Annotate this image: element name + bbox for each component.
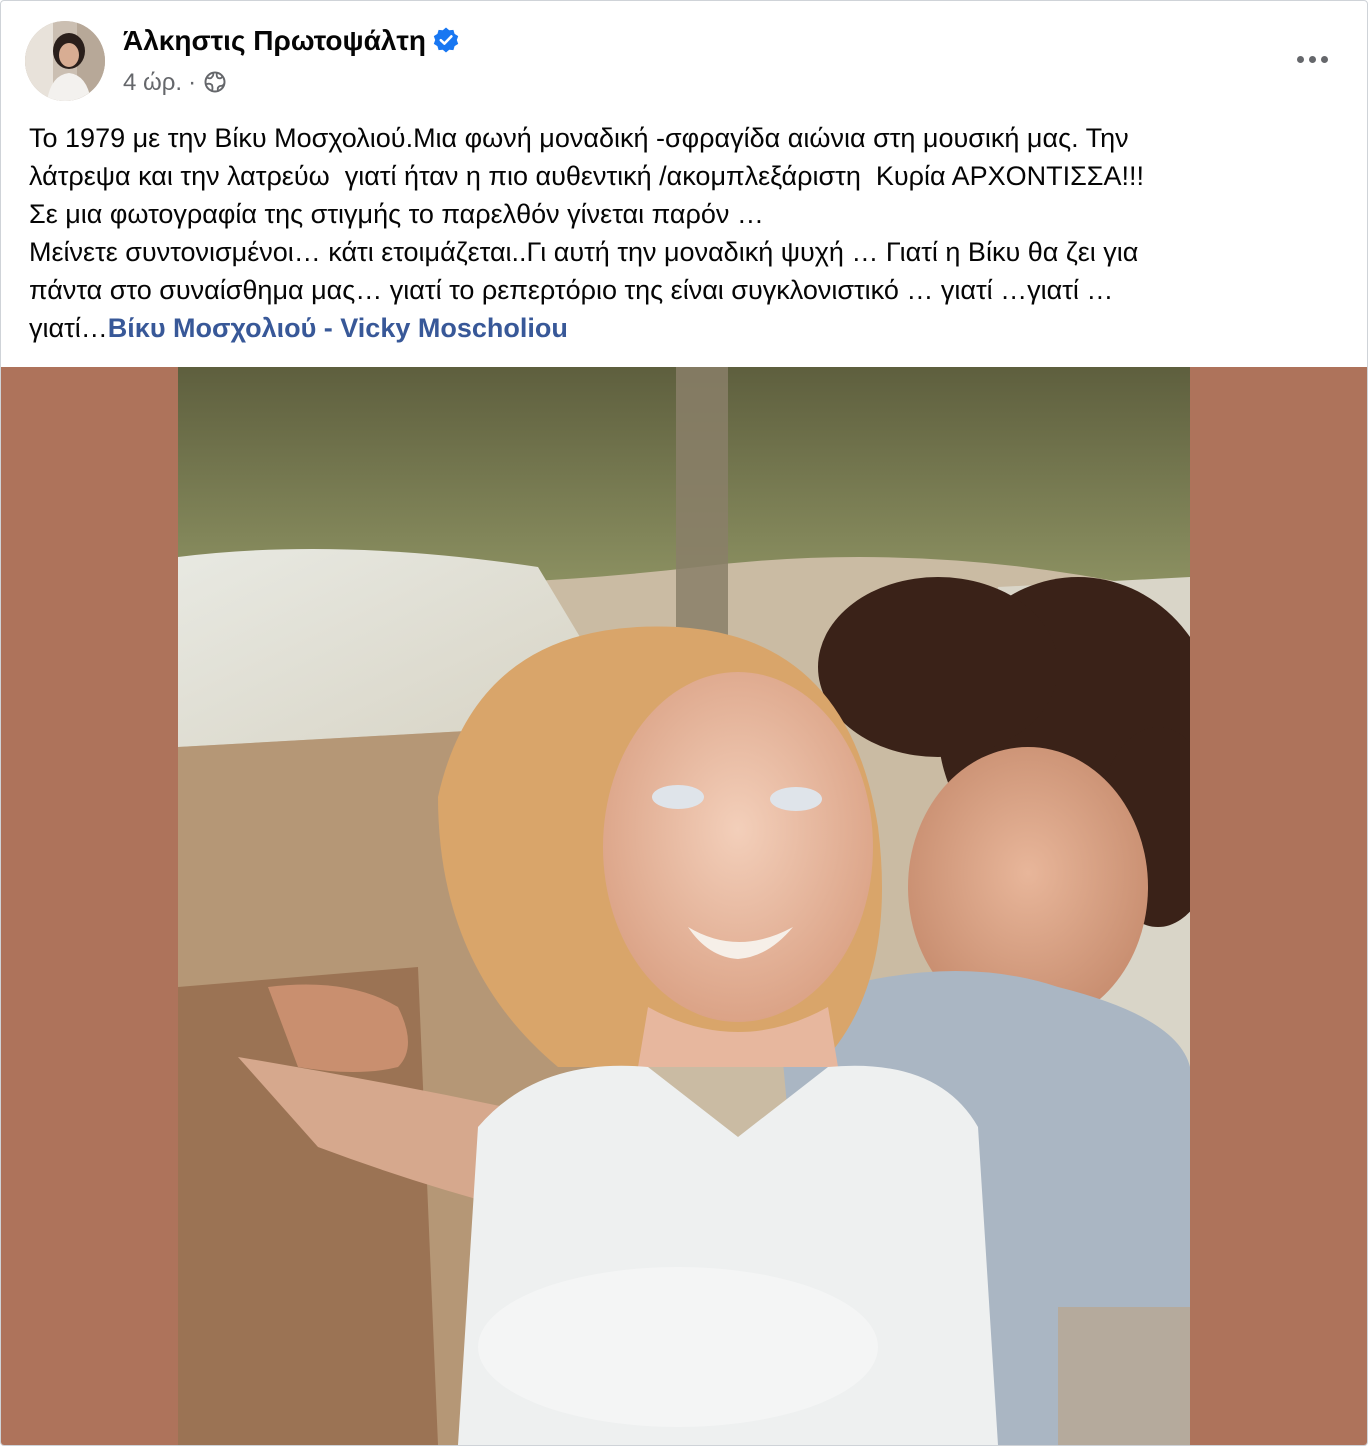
- meta-separator: ·: [188, 69, 197, 96]
- post-text-prefix: γιατί…: [29, 313, 108, 343]
- post-text-line: Σε μια φωτογραφία της στιγμής το παρελθό…: [29, 199, 764, 229]
- author-name[interactable]: Άλκηστις Πρωτοψάλτη: [123, 25, 460, 57]
- post-photo[interactable]: [178, 367, 1190, 1445]
- post-meta: 4 ώρ. ·: [123, 69, 226, 97]
- avatar[interactable]: [25, 21, 105, 101]
- post-text-line: λάτρεψα και την λατρεύω γιατί ήταν η πιο…: [29, 161, 1145, 191]
- post-text-line: πάντα στο συναίσθημα μας… γιατί το ρεπερ…: [29, 275, 1114, 305]
- more-dot: [1296, 55, 1304, 63]
- post-time[interactable]: 4 ώρ.: [123, 69, 182, 96]
- post-header: Άλκηστις Πρωτοψάλτη 4 ώρ. ·: [25, 21, 1345, 103]
- post-text-last-line: γιατί…Βίκυ Μοσχολιού - Vicky Moscholiou: [29, 309, 1345, 347]
- globe-icon[interactable]: [204, 71, 226, 93]
- post-media[interactable]: [1, 367, 1367, 1445]
- more-options-button[interactable]: [1289, 39, 1335, 79]
- photo-image: [178, 367, 1190, 1445]
- author-name-text: Άλκηστις Πρωτοψάλτη: [123, 25, 426, 56]
- verified-badge-icon: [433, 27, 459, 53]
- mention-link[interactable]: Βίκυ Μοσχολιού - Vicky Moscholiou: [108, 313, 568, 343]
- post-text-line: Το 1979 με την Βίκυ Μοσχολιού.Μια φωνή μ…: [29, 123, 1129, 153]
- post-text: Το 1979 με την Βίκυ Μοσχολιού.Μια φωνή μ…: [29, 119, 1345, 347]
- more-dot: [1320, 55, 1328, 63]
- avatar-image: [25, 21, 105, 101]
- more-dot: [1308, 55, 1316, 63]
- post-card: Άλκηστις Πρωτοψάλτη 4 ώρ. · Το 1979 με τη…: [0, 0, 1368, 1446]
- post-text-line: Μείνετε συντονισμένοι… κάτι ετοιμάζεται.…: [29, 237, 1139, 267]
